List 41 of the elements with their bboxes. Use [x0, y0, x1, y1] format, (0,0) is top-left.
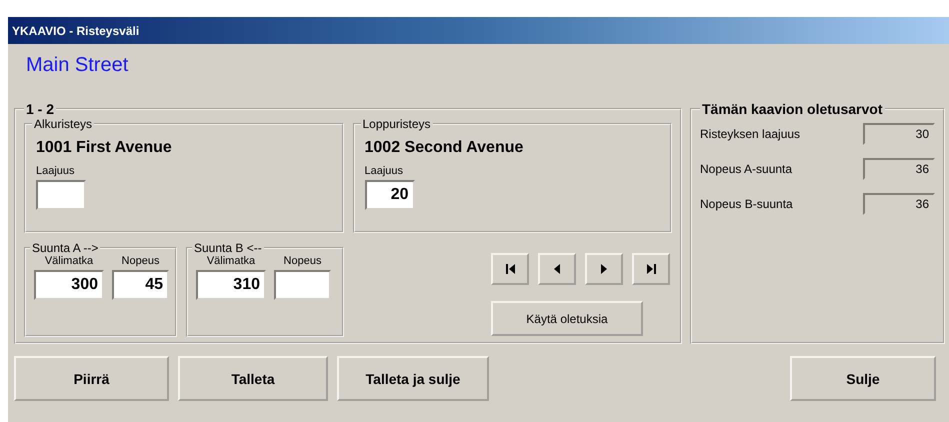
input-field[interactable]: 300: [34, 270, 104, 300]
action-button[interactable]: Sulje: [790, 356, 936, 401]
group-legend: Suunta B <--: [192, 241, 264, 255]
input-field[interactable]: 45: [112, 270, 169, 300]
group-legend: Suunta A -->: [30, 241, 100, 255]
next-icon: [599, 263, 609, 275]
intersection-name: 1002 Second Avenue: [364, 139, 524, 157]
input-field[interactable]: 310: [196, 270, 266, 300]
action-button[interactable]: Talleta: [178, 356, 328, 401]
default-value-field[interactable]: 36: [863, 193, 935, 215]
group-legend: Loppuristeys: [360, 117, 433, 131]
default-value-field[interactable]: 30: [863, 123, 935, 145]
field-label: Laajuus: [364, 165, 404, 177]
defaults-title: Tämän kaavion oletusarvot: [701, 101, 884, 117]
section-title: 1 - 2: [25, 101, 56, 117]
group-legend: Alkuristeys: [32, 117, 94, 131]
intersection-name: 1001 First Avenue: [36, 139, 173, 157]
use-defaults-button[interactable]: Käytä oletuksia: [491, 301, 643, 336]
action-button[interactable]: Piirrä: [14, 356, 169, 401]
default-label: Risteyksen laajuus: [700, 127, 800, 141]
next-button[interactable]: [585, 253, 623, 285]
previous-icon: [552, 263, 562, 275]
first-icon: [504, 263, 516, 275]
action-button[interactable]: Talleta ja sulje: [337, 356, 489, 401]
field-label: Nopeus: [120, 255, 160, 267]
street-name: Main Street: [25, 53, 130, 78]
default-value-field[interactable]: 36: [863, 158, 935, 180]
window-title: YKAAVIO - Risteysväli: [8, 17, 949, 44]
field-label: Välimatka: [44, 255, 94, 267]
field-label: Välimatka: [206, 255, 256, 267]
default-label: Nopeus A-suunta: [700, 162, 792, 176]
last-icon: [646, 263, 656, 275]
field-label: Laajuus: [36, 165, 76, 177]
default-label: Nopeus B-suunta: [700, 197, 793, 211]
field-label: Nopeus: [282, 255, 322, 267]
input-field[interactable]: 20: [364, 180, 414, 210]
input-field[interactable]: [36, 180, 86, 210]
last-button[interactable]: [632, 253, 670, 285]
input-field[interactable]: [274, 270, 331, 300]
first-button[interactable]: [491, 253, 529, 285]
previous-button[interactable]: [538, 253, 576, 285]
